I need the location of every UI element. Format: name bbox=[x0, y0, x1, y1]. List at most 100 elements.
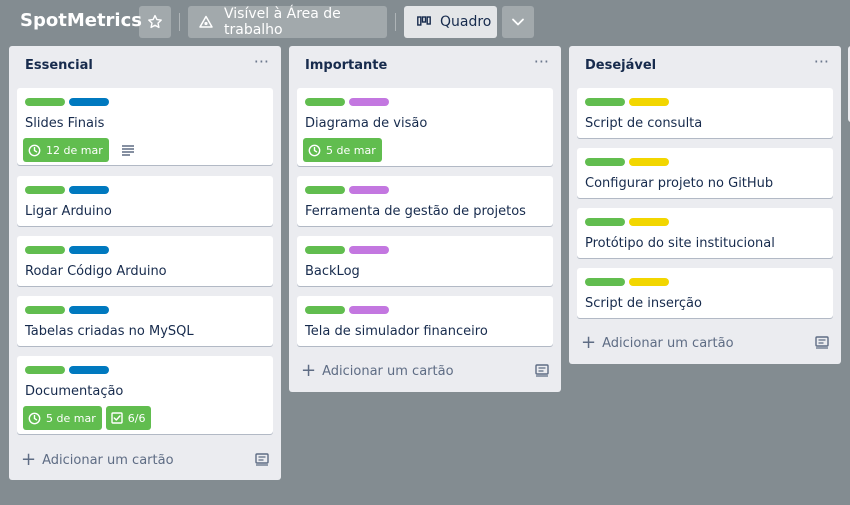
label-purple[interactable] bbox=[349, 186, 389, 194]
card-labels bbox=[25, 246, 113, 254]
card-title: Ligar Arduino bbox=[25, 204, 112, 219]
visibility-button[interactable]: Visível à Área de trabalho bbox=[188, 6, 387, 38]
card-labels bbox=[25, 306, 113, 314]
label-green[interactable] bbox=[305, 246, 345, 254]
label-purple[interactable] bbox=[349, 306, 389, 314]
chevron-down-icon bbox=[511, 15, 525, 29]
clock-icon bbox=[28, 144, 41, 157]
card-title: Protótipo do site institucional bbox=[585, 236, 775, 251]
description-icon bbox=[121, 144, 135, 156]
card-labels bbox=[585, 218, 673, 226]
card[interactable]: Tabelas criadas no MySQL bbox=[17, 296, 273, 346]
card-labels bbox=[585, 98, 673, 106]
view-switcher-button[interactable] bbox=[502, 6, 534, 38]
card[interactable]: Slides Finais 12 de mar bbox=[17, 88, 273, 165]
list-importante: Importante ··· Diagrama de visão 5 de ma… bbox=[289, 46, 561, 392]
board-view-button[interactable]: Quadro bbox=[404, 6, 497, 38]
checklist-count: 6/6 bbox=[127, 411, 146, 425]
card[interactable]: Script de consulta bbox=[577, 88, 833, 138]
add-card-button[interactable]: + Adicionar um cartão bbox=[577, 329, 833, 357]
card[interactable]: Script de inserção bbox=[577, 268, 833, 318]
card[interactable]: Protótipo do site institucional bbox=[577, 208, 833, 258]
label-green[interactable] bbox=[25, 366, 65, 374]
label-green[interactable] bbox=[25, 186, 65, 194]
card-title: Tabelas criadas no MySQL bbox=[25, 324, 194, 339]
list-menu-icon[interactable]: ··· bbox=[814, 52, 829, 71]
card-template-icon[interactable] bbox=[255, 453, 269, 466]
plus-icon: + bbox=[301, 360, 317, 381]
label-green[interactable] bbox=[305, 306, 345, 314]
board-title[interactable]: SpotMetrics bbox=[20, 10, 142, 31]
card-title: BackLog bbox=[305, 264, 360, 279]
label-green[interactable] bbox=[305, 186, 345, 194]
due-date-badge[interactable]: 12 de mar bbox=[23, 138, 109, 162]
card-title: Ferramenta de gestão de projetos bbox=[305, 204, 526, 219]
card-title: Documentação bbox=[25, 384, 124, 399]
list-title[interactable]: Importante bbox=[305, 58, 387, 73]
card-badges: 5 de mar bbox=[303, 138, 386, 162]
plus-icon: + bbox=[21, 449, 37, 470]
list-essencial: Essencial ··· Slides Finais 12 de mar Li… bbox=[9, 46, 281, 480]
card[interactable]: BackLog bbox=[297, 236, 553, 286]
card[interactable]: Ferramenta de gestão de projetos bbox=[297, 176, 553, 226]
label-blue[interactable] bbox=[69, 98, 109, 106]
card-title: Configurar projeto no GitHub bbox=[585, 176, 774, 191]
card[interactable]: Tela de simulador financeiro bbox=[297, 296, 553, 346]
due-date-text: 5 de mar bbox=[326, 143, 376, 157]
card[interactable]: Configurar projeto no GitHub bbox=[577, 148, 833, 198]
list-header: Essencial ··· bbox=[9, 46, 281, 86]
card-title: Rodar Código Arduino bbox=[25, 264, 167, 279]
label-yellow[interactable] bbox=[629, 218, 669, 226]
list-title[interactable]: Essencial bbox=[25, 58, 93, 73]
label-green[interactable] bbox=[585, 278, 625, 286]
due-date-badge[interactable]: 5 de mar bbox=[23, 406, 102, 430]
label-green[interactable] bbox=[585, 218, 625, 226]
label-blue[interactable] bbox=[69, 306, 109, 314]
card-badges: 12 de mar bbox=[23, 138, 135, 162]
label-blue[interactable] bbox=[69, 186, 109, 194]
card-title: Diagrama de visão bbox=[305, 116, 428, 131]
label-green[interactable] bbox=[25, 98, 65, 106]
add-card-label: Adicionar um cartão bbox=[42, 452, 174, 468]
label-purple[interactable] bbox=[349, 98, 389, 106]
label-yellow[interactable] bbox=[629, 98, 669, 106]
label-green[interactable] bbox=[305, 98, 345, 106]
board-view-icon bbox=[417, 16, 431, 28]
label-purple[interactable] bbox=[349, 246, 389, 254]
card-template-icon[interactable] bbox=[535, 364, 549, 377]
label-yellow[interactable] bbox=[629, 278, 669, 286]
card[interactable]: Documentação 5 de mar 6/6 bbox=[17, 356, 273, 434]
card-labels bbox=[305, 306, 393, 314]
list-title[interactable]: Desejável bbox=[585, 58, 656, 73]
card-template-icon[interactable] bbox=[815, 336, 829, 349]
board-header: SpotMetrics Visível à Área de trabalho Q… bbox=[0, 0, 850, 44]
card-title: Slides Finais bbox=[25, 116, 105, 131]
card[interactable]: Ligar Arduino bbox=[17, 176, 273, 226]
card-title: Script de inserção bbox=[585, 296, 702, 311]
label-green[interactable] bbox=[25, 246, 65, 254]
header-divider bbox=[395, 13, 396, 31]
label-green[interactable] bbox=[25, 306, 65, 314]
label-blue[interactable] bbox=[69, 366, 109, 374]
card[interactable]: Rodar Código Arduino bbox=[17, 236, 273, 286]
star-board-button[interactable] bbox=[139, 6, 171, 38]
list-menu-icon[interactable]: ··· bbox=[254, 52, 269, 71]
plus-icon: + bbox=[581, 332, 597, 353]
label-blue[interactable] bbox=[69, 246, 109, 254]
card-labels bbox=[585, 278, 673, 286]
card-labels bbox=[305, 186, 393, 194]
visibility-label: Visível à Área de trabalho bbox=[224, 6, 341, 38]
clock-icon bbox=[308, 144, 321, 157]
card[interactable]: Diagrama de visão 5 de mar bbox=[297, 88, 553, 166]
due-date-text: 5 de mar bbox=[46, 411, 96, 425]
list-menu-icon[interactable]: ··· bbox=[534, 52, 549, 71]
card-title: Script de consulta bbox=[585, 116, 703, 131]
label-yellow[interactable] bbox=[629, 158, 669, 166]
due-date-badge[interactable]: 5 de mar bbox=[303, 138, 382, 162]
clock-icon bbox=[28, 412, 41, 425]
label-green[interactable] bbox=[585, 158, 625, 166]
add-card-button[interactable]: + Adicionar um cartão bbox=[297, 357, 553, 385]
add-card-button[interactable]: + Adicionar um cartão bbox=[17, 446, 273, 474]
label-green[interactable] bbox=[585, 98, 625, 106]
team-visibility-icon bbox=[198, 14, 214, 30]
